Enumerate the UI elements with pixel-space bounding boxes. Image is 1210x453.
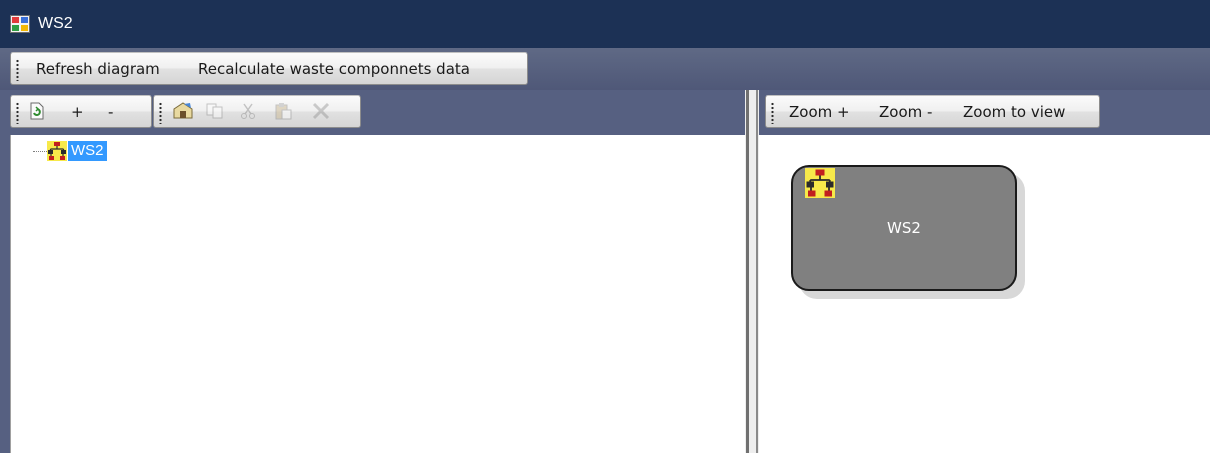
zoom-out-button[interactable]: Zoom - (879, 103, 932, 121)
tree-connector (33, 151, 47, 152)
pane-splitter[interactable] (745, 90, 759, 453)
app-window-icon (10, 15, 30, 33)
refresh-icon[interactable] (29, 102, 45, 124)
tree-edit-toolstrip (153, 95, 361, 128)
tree-nav-toolstrip: + - (10, 95, 152, 128)
collapse-button[interactable]: - (108, 103, 113, 121)
main-toolstrip: Refresh diagram Recalculate waste compon… (10, 52, 528, 85)
diagram-canvas[interactable]: WS2 (759, 135, 1210, 453)
tree-pane: + - WS2 (0, 90, 748, 453)
copy-icon[interactable] (206, 103, 224, 123)
tree-node-ws2[interactable]: WS2 (68, 141, 107, 161)
waste-hierarchy-icon (805, 168, 835, 198)
diagram-pane: Zoom + Zoom - Zoom to view WS2 (759, 90, 1210, 453)
cut-icon[interactable] (240, 103, 256, 123)
waste-hierarchy-icon (47, 141, 67, 161)
window-title: WS2 (38, 15, 73, 32)
zoom-to-view-button[interactable]: Zoom to view (963, 103, 1065, 121)
delete-icon[interactable] (312, 102, 330, 124)
toolstrip-grip[interactable] (16, 102, 19, 124)
paste-icon[interactable] (274, 102, 292, 124)
tree-view[interactable]: WS2 (10, 135, 746, 453)
recalculate-waste-button[interactable]: Recalculate waste componnets data (198, 60, 470, 78)
refresh-diagram-button[interactable]: Refresh diagram (36, 60, 160, 78)
expand-button[interactable]: + (71, 103, 84, 121)
toolstrip-grip[interactable] (159, 102, 162, 124)
diagram-node-label: WS2 (887, 219, 921, 237)
diagram-toolstrip: Zoom + Zoom - Zoom to view (765, 95, 1100, 128)
application-window: WS2 Refresh diagram Recalculate waste co… (0, 0, 1210, 453)
title-bar[interactable]: WS2 (0, 0, 1210, 48)
properties-icon[interactable] (172, 102, 194, 124)
diagram-node-ws2[interactable]: WS2 (791, 165, 1017, 291)
main-toolbar-row: Refresh diagram Recalculate waste compon… (0, 48, 1210, 90)
zoom-in-button[interactable]: Zoom + (789, 103, 850, 121)
toolstrip-grip[interactable] (16, 59, 19, 81)
toolstrip-grip[interactable] (771, 102, 774, 124)
